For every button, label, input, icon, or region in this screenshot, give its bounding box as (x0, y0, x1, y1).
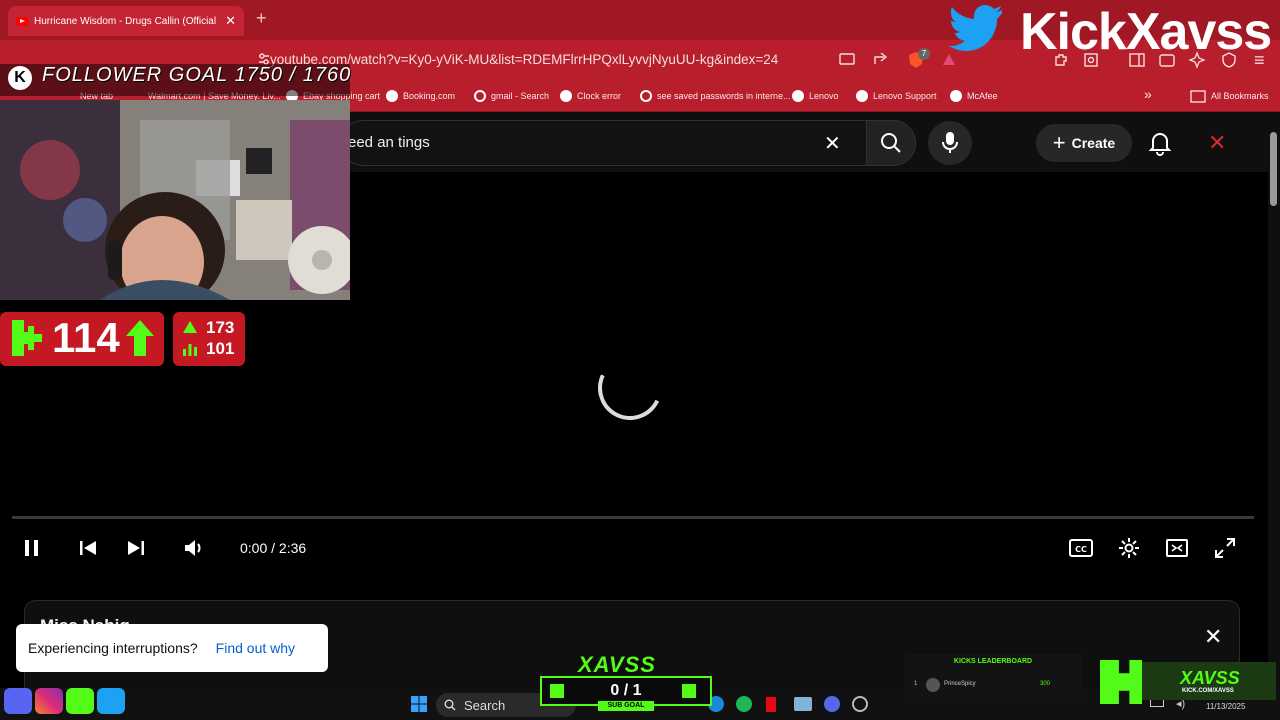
bookmark-item[interactable]: McAfee (950, 88, 998, 104)
booking-icon (386, 90, 398, 102)
file-explorer-icon[interactable] (794, 697, 812, 711)
new-tab-button[interactable]: + (256, 8, 267, 29)
volume-button[interactable] (182, 536, 206, 565)
settings-button[interactable] (1117, 536, 1141, 565)
voice-search-button[interactable] (928, 121, 972, 165)
leaderboard-title: KICKS LEADERBOARD (953, 658, 1033, 665)
stat-bars-value: 101 (206, 339, 235, 358)
miniplayer-button[interactable] (1165, 537, 1189, 564)
captions-button[interactable]: CC (1068, 537, 1094, 564)
clear-search-icon[interactable]: ✕ (824, 131, 841, 156)
next-button[interactable] (126, 538, 146, 563)
microphone-icon (942, 132, 958, 153)
plus-icon: + (1052, 130, 1066, 155)
scrollbar-thumb[interactable] (1270, 132, 1277, 206)
time-display: 0:00 / 2:36 (240, 540, 307, 556)
chevron-right-icon[interactable]: » (1144, 86, 1152, 102)
skip-next-icon (128, 541, 144, 555)
tab-title: Hurricane Wisdom - Drugs Callin (Officia… (34, 15, 220, 27)
bookmark-item[interactable]: Lenovo Support (856, 88, 937, 104)
leaderboard-user: PrinceSpicy (944, 681, 976, 687)
xavss-logo-text: XAVSS (1180, 668, 1240, 688)
youtube-favicon-icon (16, 16, 28, 26)
miniplayer-icon (1166, 539, 1188, 557)
notifications-button[interactable] (1148, 130, 1172, 161)
discord-taskbar-icon[interactable] (824, 696, 840, 712)
instagram-icon (35, 688, 63, 714)
webcam-feed (0, 100, 350, 300)
search-button[interactable] (866, 120, 916, 166)
xavss-url: KICK.COM/XAVSS (1182, 688, 1234, 694)
xavss-logo: XAVSS KICK.COM/XAVSS (1100, 656, 1276, 704)
bar-chart-icon (182, 342, 198, 361)
obs-icon[interactable] (852, 696, 868, 712)
sub-goal-brand: XAVSS (578, 652, 656, 677)
interruption-toast: Experiencing interruptions? Find out why (16, 624, 328, 672)
share-icon[interactable] (872, 51, 890, 71)
bookmark-item[interactable]: see saved passwords in interne... (640, 88, 791, 104)
find-out-why-link[interactable]: Find out why (216, 640, 295, 656)
social-icons (4, 688, 125, 714)
globe-icon (560, 90, 572, 102)
cast-icon[interactable] (838, 51, 856, 71)
sub-goal-label: SUB GOAL (598, 701, 654, 711)
globe-icon (950, 90, 962, 102)
fullscreen-icon (1215, 538, 1235, 558)
toast-message: Experiencing interruptions? (28, 640, 198, 656)
globe-icon (856, 90, 868, 102)
folder-icon (1190, 90, 1206, 103)
volume-icon (185, 540, 201, 556)
bookmark-item[interactable]: gmail - Search (474, 88, 549, 104)
stat-up-value: 173 (206, 318, 235, 337)
arrow-up-icon (124, 318, 156, 363)
pause-button[interactable] (22, 538, 42, 563)
address-bar[interactable]: youtube.com/watch?v=Ky0-yViK-MU&list=RDE… (270, 48, 830, 72)
avatar (926, 678, 940, 692)
discord-icon (4, 688, 32, 714)
shield-badge: 7 (918, 48, 930, 60)
leaderboard-rank: 1 (914, 681, 918, 687)
bell-icon (1148, 133, 1172, 156)
search-icon (474, 90, 486, 102)
svg-text:CC: CC (1075, 545, 1087, 554)
kick-icon (66, 688, 94, 714)
fullscreen-button[interactable] (1213, 536, 1237, 565)
gear-icon (1119, 538, 1139, 558)
kick-k-icon (10, 318, 46, 363)
twitter-icon (97, 688, 125, 714)
skip-previous-icon (80, 541, 96, 555)
pause-icon (25, 540, 38, 556)
search-query[interactable]: eed an tings (348, 134, 430, 151)
twitter-bird-icon (948, 4, 1004, 57)
closed-captions-icon: CC (1069, 539, 1093, 557)
bookmark-item[interactable]: Clock error (560, 88, 621, 104)
previous-button[interactable] (78, 538, 98, 563)
search-icon (444, 699, 456, 711)
triangle-up-icon (182, 320, 198, 339)
kickxavss-brand: KickXavss (1020, 3, 1272, 61)
search-icon (881, 133, 901, 153)
bookmark-item[interactable]: Booking.com (386, 88, 455, 104)
all-bookmarks-button[interactable]: All Bookmarks (1190, 88, 1269, 104)
progress-bar[interactable] (12, 516, 1254, 519)
create-button[interactable]: + Create (1036, 124, 1132, 162)
search-icon (640, 90, 652, 102)
spotify-icon[interactable] (736, 696, 752, 712)
tab-close-icon[interactable]: ✕ (225, 13, 236, 29)
globe-icon (792, 90, 804, 102)
kick-logo-icon: K (8, 66, 32, 90)
browser-tab-active[interactable]: Hurricane Wisdom - Drugs Callin (Officia… (8, 6, 244, 36)
close-icon[interactable]: ✕ (1204, 624, 1222, 650)
kick-k-icon (1100, 660, 1142, 704)
bookmark-item[interactable]: Lenovo (792, 88, 839, 104)
windows-start-icon[interactable] (410, 695, 428, 718)
sub-goal-count: 0 / 1 (610, 682, 642, 699)
follower-goal-text: FOLLOWER GOAL 1750 / 1760 (42, 64, 352, 86)
leaderboard-value: 300 (1040, 681, 1051, 687)
account-avatar[interactable]: ✕ (1208, 130, 1226, 156)
netflix-icon[interactable] (766, 697, 776, 712)
kick-viewer-count: 114 (52, 314, 120, 361)
